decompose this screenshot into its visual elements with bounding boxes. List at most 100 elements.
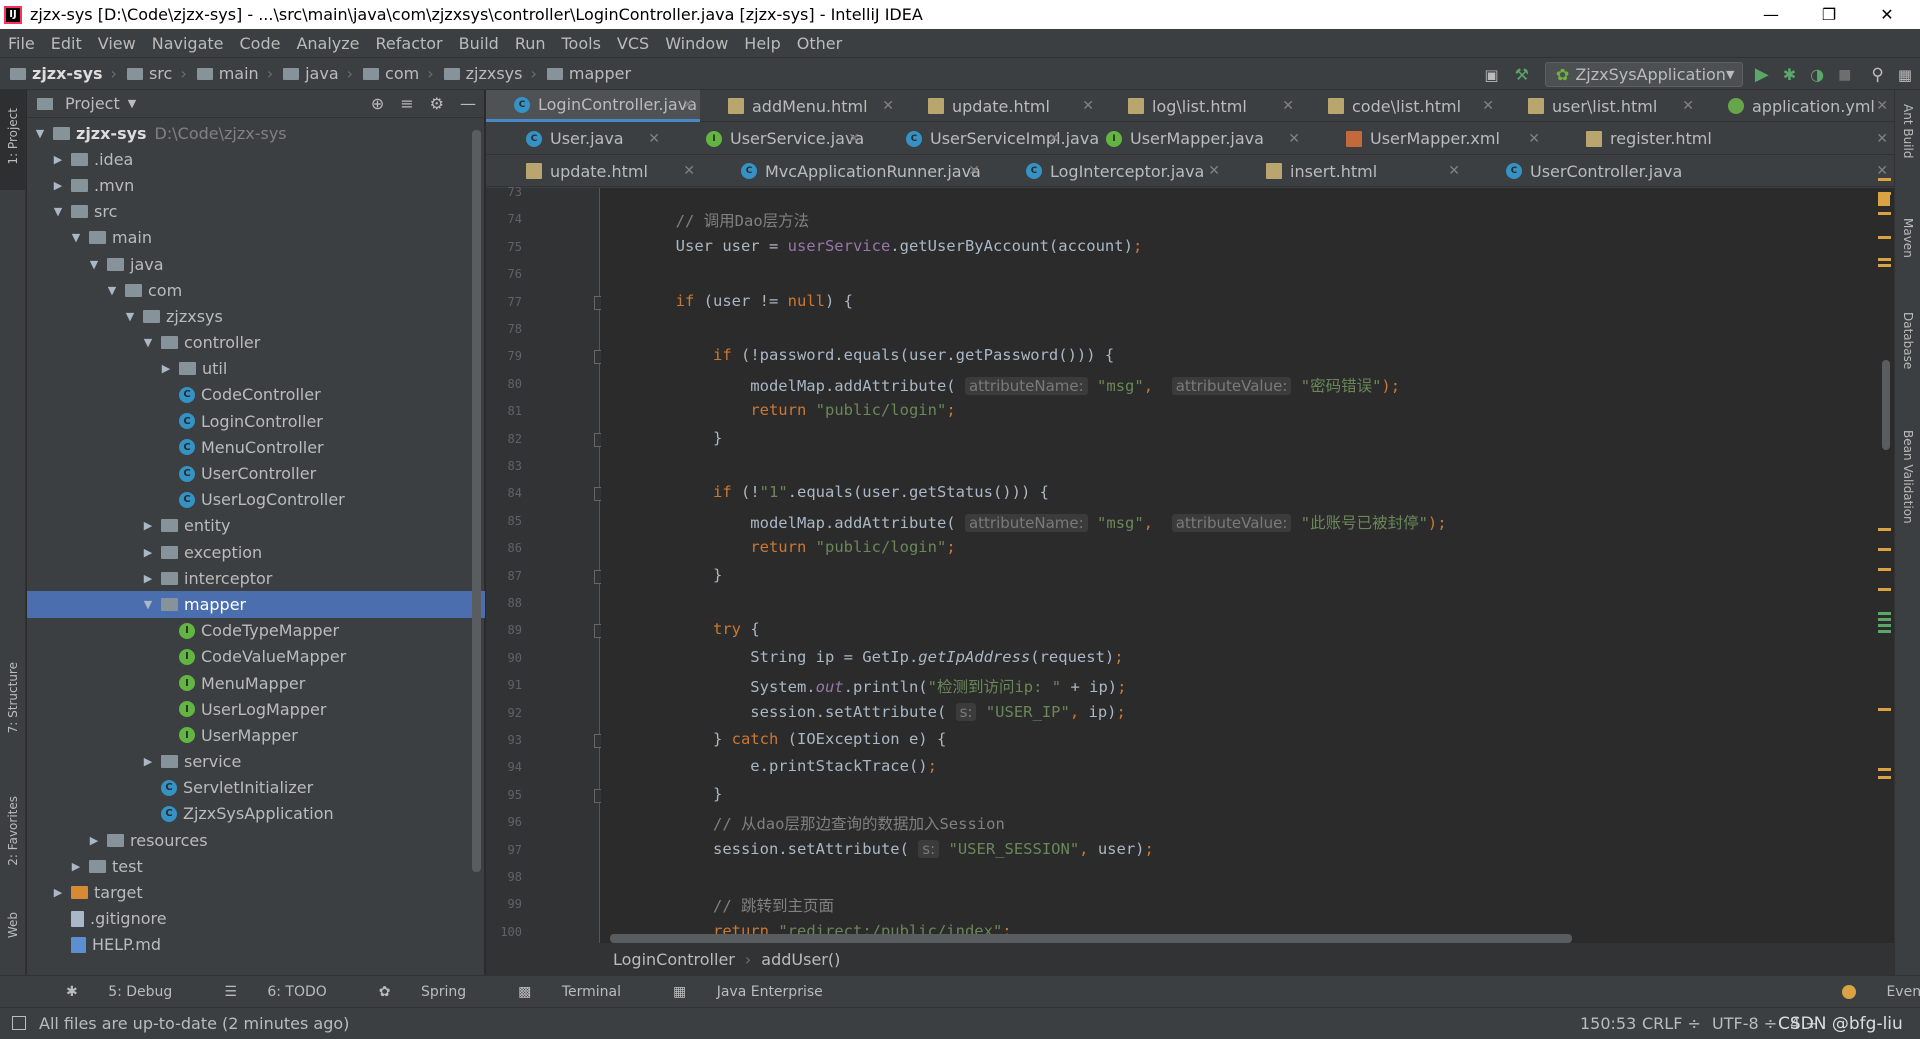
tree-item[interactable]: I CodeTypeMapper [27, 618, 485, 644]
tree-item[interactable]: ▶ entity [27, 513, 485, 539]
tree-item[interactable]: I UserLogMapper [27, 696, 485, 722]
close-tab-icon[interactable]: ✕ [1482, 98, 1494, 114]
expanded-arrow-icon[interactable]: ▼ [69, 231, 83, 244]
editor-tab[interactable]: C UserController.java ✕ [1466, 155, 1894, 187]
error-stripe-mark[interactable] [1878, 624, 1891, 627]
error-stripe-mark[interactable] [1878, 708, 1891, 711]
error-stripe-mark[interactable] [1878, 612, 1891, 615]
bean-validation-tool-button[interactable]: Bean Validation [1901, 430, 1915, 524]
collapsed-arrow-icon[interactable]: ▶ [51, 886, 65, 899]
status-toggle-icon[interactable] [12, 1016, 26, 1030]
project-scrollbar[interactable] [472, 130, 481, 872]
close-tab-icon[interactable]: ✕ [683, 163, 695, 179]
error-stripe-mark[interactable] [1878, 192, 1891, 195]
editor-tab[interactable]: insert.html ✕ [1226, 155, 1466, 187]
error-stripe-mark[interactable] [1878, 548, 1891, 551]
tree-item[interactable]: I UserMapper [27, 722, 485, 748]
event-log-button[interactable]: Event Log [1816, 984, 1920, 1000]
close-tab-icon[interactable]: ✕ [1208, 163, 1220, 179]
editor-tab[interactable]: update.html ✕ [486, 155, 701, 187]
minimize-icon[interactable]: — [1742, 0, 1800, 29]
close-tab-icon[interactable]: ✕ [1048, 131, 1060, 147]
code-editor[interactable]: // 调用Dao层方法 User user = userService.getU… [601, 188, 1874, 943]
gear-icon[interactable]: ⚙ [430, 94, 444, 113]
tree-item[interactable]: C LoginController [27, 408, 485, 434]
tree-item[interactable]: C CodeController [27, 382, 485, 408]
error-stripe-mark[interactable] [1878, 588, 1891, 591]
menu-window[interactable]: Window [657, 34, 736, 53]
collapsed-arrow-icon[interactable]: ▶ [141, 546, 155, 559]
menu-navigate[interactable]: Navigate [144, 34, 232, 53]
tree-item[interactable]: ▶ target [27, 879, 485, 905]
breadcrumb-item[interactable]: mapper [537, 64, 631, 83]
tree-item[interactable]: HELP.md [27, 932, 485, 958]
tree-item[interactable]: ▼ com [27, 277, 485, 303]
expanded-arrow-icon[interactable]: ▼ [105, 284, 119, 297]
expanded-arrow-icon[interactable]: ▼ [141, 336, 155, 349]
tree-item[interactable]: ▶ test [27, 853, 485, 879]
tree-item[interactable]: ▶ .idea [27, 146, 485, 172]
error-stripe-mark[interactable] [1878, 630, 1891, 633]
close-tab-icon[interactable]: ✕ [1682, 98, 1694, 114]
editor-vertical-scrollbar[interactable] [1882, 360, 1890, 450]
editor-tab[interactable]: C MvcApplicationRunner.java ✕ [701, 155, 986, 187]
error-stripe-mark[interactable] [1878, 258, 1891, 261]
maven-tool-button[interactable]: Maven [1901, 218, 1915, 258]
collapsed-arrow-icon[interactable]: ▶ [141, 755, 155, 768]
close-tab-icon[interactable]: ✕ [648, 131, 660, 147]
tree-item[interactable]: I CodeValueMapper [27, 644, 485, 670]
expanded-arrow-icon[interactable]: ▼ [141, 598, 155, 611]
tree-item[interactable]: ▼ java [27, 251, 485, 277]
close-tab-icon[interactable]: ✕ [1282, 98, 1294, 114]
tree-item[interactable]: ▼ main [27, 225, 485, 251]
editor-tab[interactable]: I UserService.java ✕ [666, 123, 866, 155]
close-tab-icon[interactable]: ✕ [1528, 131, 1540, 147]
collapsed-arrow-icon[interactable]: ▶ [51, 179, 65, 192]
debug-icon[interactable]: ✱ [1783, 65, 1796, 84]
terminal-tool-button[interactable]: ▩ Terminal [492, 984, 621, 1000]
tree-item[interactable]: C MenuController [27, 434, 485, 460]
breadcrumb-item[interactable]: src › [117, 64, 187, 83]
editor-tab[interactable]: addMenu.html ✕ [700, 90, 900, 122]
close-tab-icon[interactable]: ✕ [1448, 163, 1460, 179]
coverage-icon[interactable]: ◑ [1810, 65, 1824, 84]
collapsed-arrow-icon[interactable]: ▶ [51, 153, 65, 166]
tree-item[interactable]: ▶ exception [27, 539, 485, 565]
chevron-down-icon[interactable]: ▼ [128, 97, 136, 110]
project-view-select[interactable]: Project [65, 94, 120, 113]
tree-item[interactable]: I MenuMapper [27, 670, 485, 696]
editor-tab[interactable]: update.html ✕ [900, 90, 1100, 122]
layout-icon[interactable]: ▣ [1484, 66, 1498, 84]
error-stripe-mark[interactable] [1878, 264, 1891, 267]
error-stripe-mark[interactable] [1878, 776, 1891, 779]
expanded-arrow-icon[interactable]: ▼ [87, 258, 101, 271]
tree-item[interactable]: .gitignore [27, 906, 485, 932]
editor-tab[interactable]: application.yml ✕ [1700, 90, 1894, 122]
inspection-ok-icon[interactable] [1878, 194, 1890, 206]
close-tab-icon[interactable]: ✕ [1876, 131, 1888, 147]
tree-item[interactable]: ▼ mapper [27, 591, 485, 618]
editor-tab[interactable]: I UserMapper.java ✕ [1066, 123, 1306, 155]
editor-tab[interactable]: C LogInterceptor.java ✕ [986, 155, 1226, 187]
breadcrumb-method[interactable]: addUser() [761, 950, 840, 969]
error-stripe-mark[interactable] [1878, 768, 1891, 771]
file-encoding[interactable]: UTF-8 ÷ [1712, 1014, 1777, 1033]
close-tab-icon[interactable]: ✕ [1082, 98, 1094, 114]
tree-item[interactable]: C UserLogController [27, 487, 485, 513]
stop-icon[interactable]: ■ [1838, 67, 1851, 83]
tree-item[interactable]: ▶ util [27, 356, 485, 382]
tree-item[interactable]: C ServletInitializer [27, 775, 485, 801]
collapsed-arrow-icon[interactable]: ▶ [69, 860, 83, 873]
collapsed-arrow-icon[interactable]: ▶ [159, 362, 173, 375]
menu-tools[interactable]: Tools [554, 34, 609, 53]
menu-other[interactable]: Other [789, 34, 850, 53]
error-stripe-mark[interactable] [1878, 528, 1891, 531]
error-stripe-mark[interactable] [1878, 212, 1891, 215]
close-tab-icon[interactable]: ✕ [968, 163, 980, 179]
ant-build-tool-button[interactable]: Ant Build [1901, 104, 1915, 158]
menu-code[interactable]: Code [232, 34, 289, 53]
breadcrumb-class[interactable]: LoginController [613, 950, 735, 969]
menu-run[interactable]: Run [507, 34, 554, 53]
debug-tool-button[interactable]: ✱ 5: Debug [40, 984, 172, 1000]
close-tab-icon[interactable]: ✕ [1288, 131, 1300, 147]
